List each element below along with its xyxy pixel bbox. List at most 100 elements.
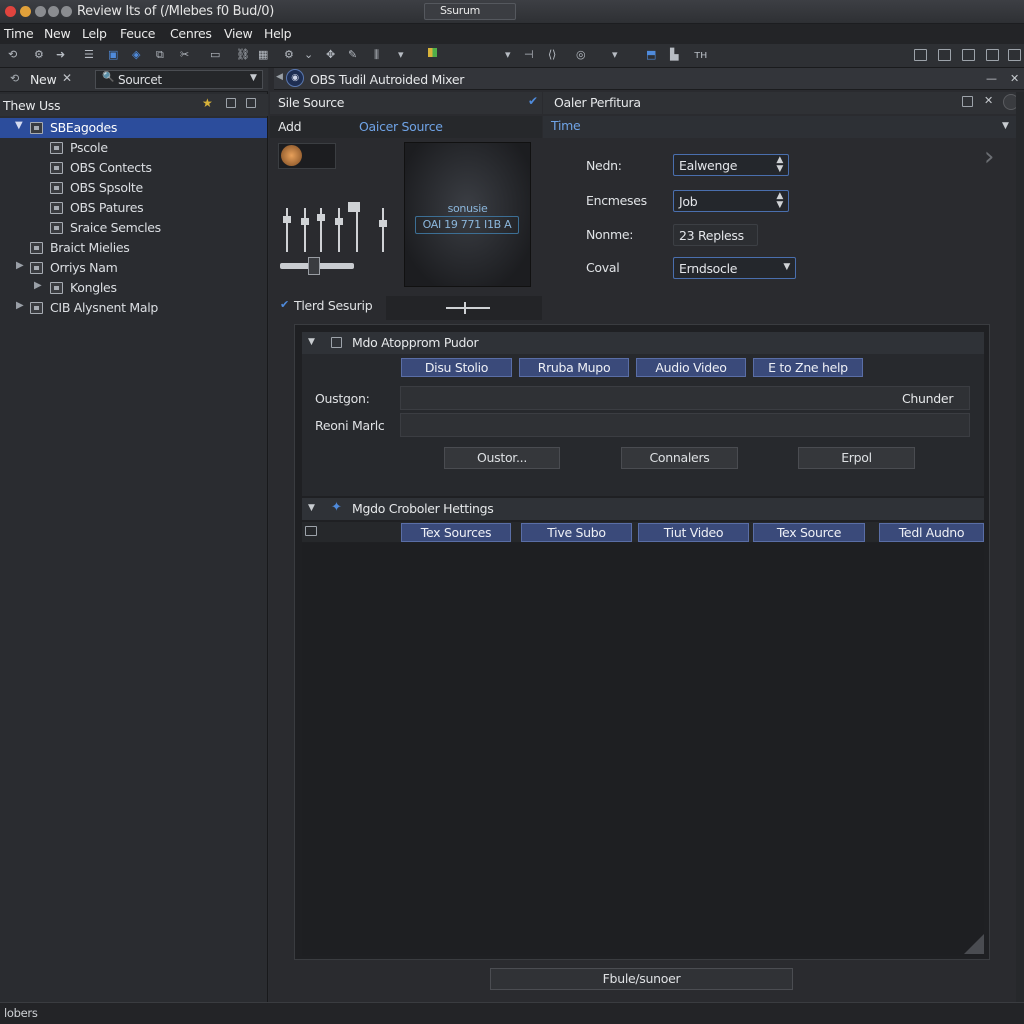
chart-icon[interactable]: ▙ [670, 48, 678, 61]
volume-fader[interactable] [338, 208, 340, 252]
maximize-window-button[interactable] [35, 6, 46, 17]
new-tab-label[interactable]: New [30, 72, 57, 87]
bottom-action-button[interactable]: Fbule/sunoer [490, 968, 793, 990]
menu-cenres[interactable]: Cenres [170, 26, 212, 41]
preset-button[interactable]: E to Zne help [753, 358, 863, 377]
controllers-button[interactable]: Connalers [621, 447, 738, 469]
tree-item[interactable]: OBS Patures [0, 198, 267, 218]
window-extra-button[interactable] [48, 6, 59, 17]
tree-item[interactable]: OBS Spsolte [0, 178, 267, 198]
remark-input[interactable] [400, 413, 970, 437]
expand-arrow-icon[interactable]: ▼ [15, 120, 23, 131]
grid-icon[interactable]: ▦ [258, 48, 268, 61]
collapse-arrow-icon[interactable]: ◀ [276, 72, 283, 82]
menu-view[interactable]: View [224, 26, 253, 41]
expand-arrow-icon[interactable]: ▶ [16, 260, 24, 271]
tree-item[interactable]: OBS Contects [0, 158, 267, 178]
chevron-down-icon[interactable]: ▼ [250, 73, 257, 83]
close-panel-icon[interactable]: ✕ [1010, 72, 1019, 85]
preset-button[interactable]: Audio Video [636, 358, 746, 377]
close-tab-icon[interactable]: ✕ [62, 71, 72, 85]
fader-knob[interactable] [301, 218, 309, 225]
dropdown-icon[interactable]: ▾ [398, 48, 404, 61]
mixer-tab-title[interactable]: OBS Tudil Autroided Mixer [310, 72, 464, 87]
volume-fader[interactable] [382, 208, 384, 252]
color-select[interactable]: Erndsocle ▼ [673, 257, 796, 279]
copy-icon[interactable]: ⧉ [156, 48, 164, 62]
close-panel-icon[interactable] [246, 98, 256, 108]
tab-tedl-audio[interactable]: Tedl Audno [879, 523, 984, 542]
menu-help[interactable]: Help [264, 26, 292, 41]
tiered-slider[interactable] [446, 307, 490, 309]
split-icon[interactable]: ⊣ [524, 48, 534, 61]
volume-fader[interactable] [286, 208, 288, 252]
star-icon[interactable]: ★ [202, 96, 213, 110]
question-input[interactable] [400, 386, 970, 410]
layout-icon[interactable] [938, 49, 951, 61]
move-icon[interactable]: ✥ [326, 48, 335, 61]
scene-dropdown-icon[interactable]: ▾ [505, 48, 511, 61]
monitor-icon[interactable]: ▭ [210, 48, 220, 61]
tree-item[interactable]: Braict Mielies [0, 238, 267, 258]
window-extra-button-2[interactable] [61, 6, 72, 17]
lock-icon[interactable] [962, 49, 975, 61]
columns-icon[interactable]: ⫼ [374, 48, 379, 62]
name-field[interactable]: Ealwenge ▲ ▼ [673, 154, 789, 176]
tab-text-sources[interactable]: Tex Sources [401, 523, 511, 542]
source-list-area[interactable] [302, 543, 984, 956]
chevron-right-icon[interactable]: › [984, 142, 994, 172]
minimize-panel-icon[interactable]: — [986, 72, 997, 85]
arrow-right-icon[interactable]: ➜ [56, 48, 65, 61]
undo-icon[interactable]: ⟲ [8, 48, 17, 61]
check-icon[interactable]: ✔ [280, 298, 289, 311]
float-icon[interactable] [226, 98, 236, 108]
close-icon[interactable]: ✕ [984, 94, 993, 107]
spin-arrows-icon[interactable]: ▲ ▼ [776, 156, 783, 174]
menu-feuce[interactable]: Feuce [120, 26, 155, 41]
tab-text-source[interactable]: Tex Source [753, 523, 865, 542]
time-dropdown-icon[interactable]: ▼ [1002, 121, 1009, 131]
menu-lelp[interactable]: Lelp [82, 26, 107, 41]
link-icon[interactable]: ⛓ [236, 48, 250, 61]
collapse-arrow-icon[interactable]: ▼ [308, 337, 315, 347]
gear-icon[interactable]: ⚙ [284, 48, 294, 61]
expand-arrow-icon[interactable]: ▶ [16, 300, 24, 311]
window-icon[interactable] [914, 49, 927, 61]
tiered-slider-handle[interactable] [464, 302, 466, 314]
other-source-link[interactable]: Oaicer Source [359, 119, 443, 134]
time-label[interactable]: Time [551, 118, 581, 133]
close-window-button[interactable] [5, 6, 16, 17]
bookmark-icon[interactable]: ⬒ [646, 48, 656, 61]
fader-knob[interactable] [335, 218, 343, 225]
export-icon[interactable] [986, 49, 999, 61]
fader-knob[interactable] [379, 220, 387, 227]
menu-new[interactable]: New [44, 26, 71, 41]
fader-knob[interactable] [317, 214, 325, 221]
export-button[interactable]: Erpol [798, 447, 915, 469]
menu-time[interactable]: Time [4, 26, 34, 41]
code-icon[interactable]: ⟨⟩ [548, 48, 556, 61]
cut-icon[interactable]: ✂ [180, 48, 189, 61]
resize-grip-icon[interactable] [964, 934, 984, 954]
tree-item[interactable]: ▶ CIB Alysnent Malp [0, 298, 267, 318]
chevron-down-icon[interactable]: ▼ [783, 263, 790, 272]
tab-tive-subo[interactable]: Tive Subo [521, 523, 632, 542]
record-icon[interactable]: ◎ [576, 48, 586, 61]
settings-icon[interactable]: ⚙ [34, 48, 44, 61]
text-icon[interactable]: ᴛʜ [694, 48, 707, 61]
tree-item[interactable]: ▶ Orriys Nam [0, 258, 267, 278]
preset-button[interactable]: Disu Stolio [401, 358, 512, 377]
add-label[interactable]: Add [278, 119, 302, 134]
spin-arrows-icon[interactable]: ▲ ▼ [776, 192, 783, 210]
list-icon[interactable]: ☰ [84, 48, 94, 61]
expand-arrow-icon[interactable]: ▶ [34, 280, 42, 291]
custom-button[interactable]: Oustor... [444, 447, 560, 469]
preset-button[interactable]: Rruba Mupo [519, 358, 629, 377]
tree-item[interactable]: Sraice Semcles [0, 218, 267, 238]
volume-fader[interactable] [304, 208, 306, 252]
tree-item[interactable]: ▼ SBEagodes [0, 118, 267, 138]
tab-tiut-video[interactable]: Tiut Video [638, 523, 749, 542]
image-icon[interactable]: ▣ [108, 48, 118, 61]
pen-icon[interactable]: ✎ [348, 48, 357, 61]
volume-fader[interactable] [356, 208, 358, 252]
